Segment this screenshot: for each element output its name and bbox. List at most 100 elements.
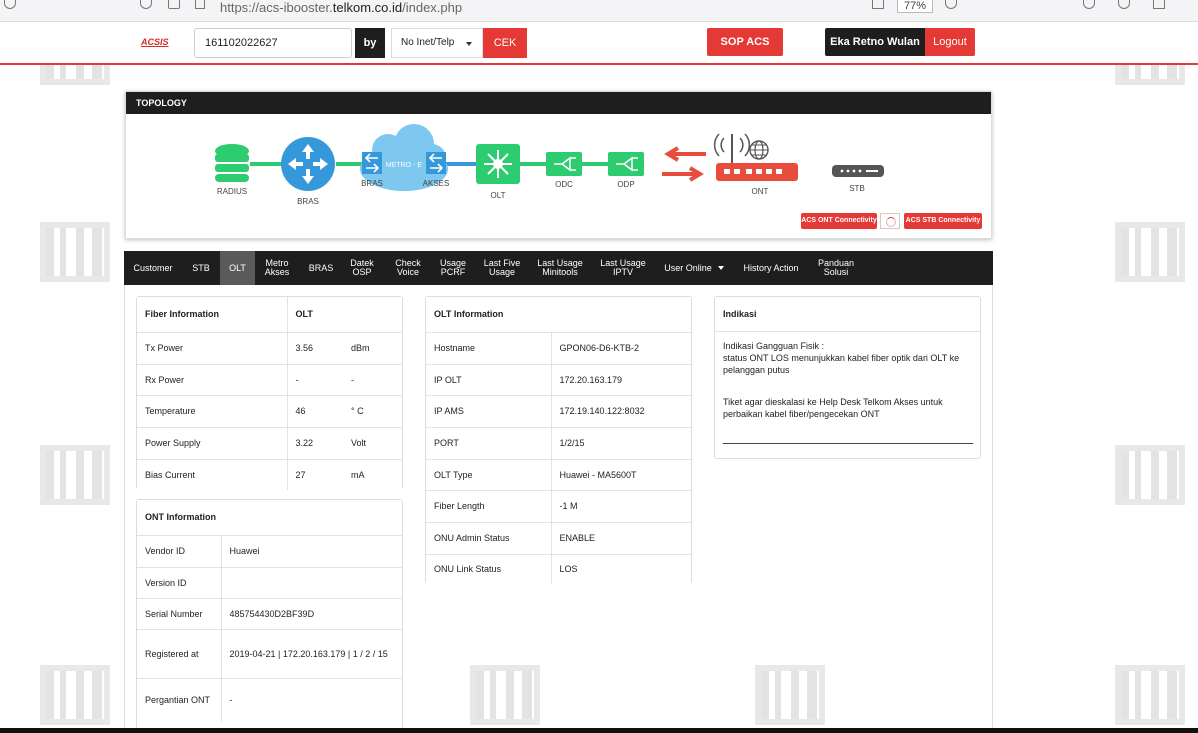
tab-usage-pcrf[interactable]: Usage PCRF (433, 251, 473, 285)
tab-last-usage-minitools[interactable]: Last Usage Minitools (532, 251, 588, 285)
stb-settop-icon[interactable] (832, 165, 884, 177)
permissions-icon[interactable] (195, 0, 205, 9)
acsis-logo[interactable]: ACSIS (141, 37, 169, 47)
olt-icon[interactable] (476, 144, 520, 184)
table-cell: 2019-04-21 | 172.20.163.179 | 1 / 2 / 15 (220, 628, 402, 678)
table-row: Hostname GPON06-D6-KTB-2 (426, 331, 691, 364)
account-icon[interactable] (1118, 0, 1130, 9)
fiber-information-table: Fiber Information OLT Tx Power 3.56 dBm … (137, 297, 402, 490)
table-cell (220, 566, 402, 598)
table-row: Version ID (137, 566, 402, 598)
tab-olt[interactable]: OLT (220, 251, 255, 285)
table-cell: OLT Type (426, 458, 551, 490)
extensions-icon[interactable] (1153, 0, 1165, 9)
tab-bras[interactable]: BRAS (304, 251, 338, 285)
table-cell: 1/2/15 (550, 426, 691, 459)
table-row: Rx Power - - (137, 363, 402, 395)
table-cell: LOS (550, 553, 691, 584)
app-header: ACSIS by No Inet/Telp CEK SOP ACS Eka Re… (0, 22, 1198, 65)
tab-user-online[interactable]: User Online (658, 251, 730, 285)
table-cell: Rx Power (137, 363, 287, 395)
tab-panduan-solusi[interactable]: Panduan Solusi (812, 251, 860, 285)
table-cell: ° C (343, 394, 402, 427)
indikasi-line: status ONT LOS menunjukkan kabel fiber o… (723, 353, 960, 375)
table-cell: 485754430D2BF39D (220, 597, 402, 629)
tab-stb[interactable]: STB (187, 251, 215, 285)
lock-icon[interactable] (168, 0, 180, 9)
table-cell: Huawei (220, 534, 402, 567)
table-row: Bias Current 27 mA (137, 458, 402, 490)
table-cell: Fiber Length (426, 489, 551, 522)
divider (723, 443, 973, 444)
logout-button[interactable]: Logout (925, 28, 975, 56)
zoom-level[interactable]: 77% (897, 0, 933, 13)
globe-icon (749, 140, 769, 160)
table-row: Registered at 2019-04-21 | 172.20.163.17… (137, 628, 402, 678)
table-row: ONU Admin Status ENABLE (426, 521, 691, 554)
qr-watermark (1115, 222, 1185, 282)
table-row: ONU Link Status LOS (426, 553, 691, 584)
chevron-down-icon (717, 266, 724, 270)
indikasi-card: Indikasi Indikasi Gangguan Fisik : statu… (714, 296, 981, 459)
table-cell: 3.22 (286, 426, 343, 459)
address-bar[interactable]: https://acs-ibooster.telkom.co.id/index.… (220, 0, 462, 15)
odc-splitter-icon[interactable] (546, 152, 582, 176)
search-type-select[interactable]: No Inet/Telp (391, 28, 483, 58)
bras-switch-label: BRAS (361, 179, 383, 188)
radius-database-icon[interactable] (215, 144, 249, 182)
qr-watermark (1115, 665, 1185, 725)
odp-splitter-icon[interactable] (608, 152, 644, 176)
sop-acs-button[interactable]: SOP ACS (707, 28, 783, 56)
table-cell: IP OLT (426, 363, 551, 395)
reload-icon[interactable] (4, 0, 16, 9)
table-cell: Tx Power (137, 331, 287, 364)
user-name-badge[interactable]: Eka Retno Wulan (825, 28, 925, 56)
cek-button[interactable]: CEK (483, 28, 527, 58)
tab-last-five-usage[interactable]: Last Five Usage (478, 251, 526, 285)
taskbar-edge (0, 728, 1198, 733)
table-header-row: OLT Information (426, 297, 691, 332)
table-cell: ONU Admin Status (426, 521, 551, 554)
table-cell: mA (343, 458, 402, 490)
table-header-row: Fiber Information OLT (137, 297, 402, 332)
table-row: IP OLT 172.20.163.179 (426, 363, 691, 395)
table-row: IP AMS 172.19.140.122:8032 (426, 394, 691, 427)
table-cell: dBm (343, 331, 402, 364)
qr-watermark (1115, 445, 1185, 505)
search-input[interactable] (194, 28, 352, 58)
table-row: Power Supply 3.22 Volt (137, 426, 402, 459)
qr-watermark (40, 222, 110, 282)
ont-information-table: ONT Information Vendor ID Huawei Version… (137, 500, 402, 722)
table-cell: Power Supply (137, 426, 287, 459)
acs-ont-connectivity-button[interactable]: ACS ONT Connectivity (801, 213, 877, 229)
bras-router-icon[interactable] (281, 137, 335, 191)
table-cell: Hostname (426, 331, 551, 364)
acs-stb-connectivity-button[interactable]: ACS STB Connectivity (904, 213, 982, 229)
browser-toolbar: https://acs-ibooster.telkom.co.id/index.… (0, 0, 1198, 22)
stb-label: STB (849, 184, 865, 193)
tab-history-action[interactable]: History Action (736, 251, 806, 285)
table-cell: Volt (343, 426, 402, 459)
chevron-down-icon (466, 42, 472, 46)
reader-view-icon[interactable] (872, 0, 884, 9)
tab-last-usage-iptv[interactable]: Last Usage IPTV (595, 251, 651, 285)
tab-metro-akses[interactable]: Metro Akses (259, 251, 295, 285)
table-cell: Pergantian ONT (137, 677, 221, 722)
ont-label: ONT (752, 187, 769, 196)
pocket-icon[interactable] (1083, 0, 1095, 9)
table-header-cell: ONT Information (145, 512, 216, 523)
table-cell: - (343, 363, 402, 395)
shield-icon[interactable] (140, 0, 152, 9)
bookmark-star-icon[interactable] (945, 0, 957, 9)
link-status-arrows-icon (662, 146, 706, 182)
tab-customer[interactable]: Customer (129, 251, 177, 285)
akses-label: AKSES (423, 179, 450, 188)
tab-check-voice[interactable]: Check Voice (388, 251, 428, 285)
table-row: Serial Number 485754430D2BF39D (137, 597, 402, 629)
table-header-row: ONT Information (137, 500, 402, 535)
akses-switch-icon[interactable] (426, 152, 446, 174)
table-cell: Temperature (137, 394, 287, 427)
tab-datek-osp[interactable]: Datek OSP (346, 251, 378, 285)
bras-switch-icon[interactable] (362, 152, 382, 174)
table-cell: GPON06-D6-KTB-2 (550, 331, 691, 364)
